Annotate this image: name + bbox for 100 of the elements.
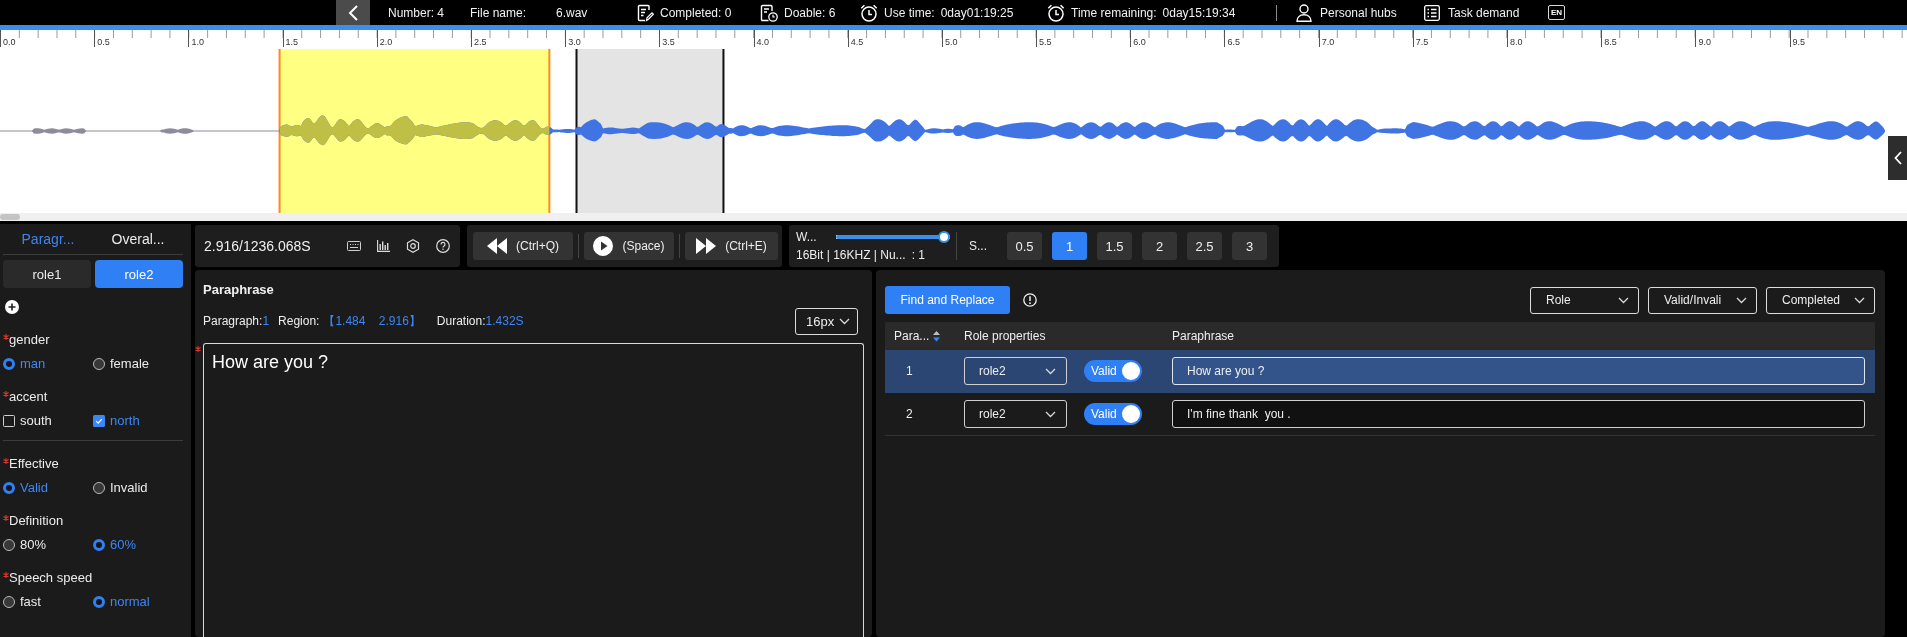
help-icon[interactable] bbox=[435, 239, 450, 253]
filter-dropdown[interactable]: Role bbox=[1530, 286, 1639, 314]
option-label[interactable]: normal bbox=[110, 594, 150, 610]
font-size-dropdown[interactable]: 16px bbox=[795, 308, 858, 335]
chevron-down-icon bbox=[1618, 296, 1629, 304]
use-time-label: Use time: bbox=[884, 5, 935, 20]
option-label[interactable]: north bbox=[110, 413, 140, 429]
panel-tab[interactable]: Overal... bbox=[93, 224, 183, 254]
radio-button[interactable] bbox=[3, 539, 15, 551]
task-demand-button[interactable]: Task demand bbox=[1424, 3, 1520, 22]
time-label: 4.0 bbox=[756, 38, 769, 47]
audio-format-info: 16Bit | 16KHZ | Nu... bbox=[796, 248, 906, 262]
valid-toggle[interactable]: Valid bbox=[1084, 360, 1142, 382]
toggle-knob bbox=[1122, 405, 1140, 423]
scrollbar-thumb[interactable] bbox=[0, 214, 20, 220]
exclamation-circle-icon[interactable] bbox=[1023, 293, 1037, 307]
option-label[interactable]: female bbox=[110, 356, 150, 372]
speed-button[interactable]: 2 bbox=[1142, 232, 1177, 260]
paraphrase-input[interactable]: How are you ? bbox=[1172, 357, 1865, 385]
time-label: 0.0 bbox=[3, 38, 16, 47]
speed-button[interactable]: 0.5 bbox=[1007, 232, 1042, 260]
chevron-down-icon bbox=[1045, 410, 1056, 418]
speed-button[interactable]: 1.5 bbox=[1097, 232, 1132, 260]
slider-thumb[interactable] bbox=[938, 231, 950, 243]
chevron-down-icon bbox=[839, 318, 850, 325]
fast-forward-button[interactable]: (Ctrl+E) bbox=[685, 232, 778, 260]
checkbox[interactable] bbox=[3, 415, 15, 427]
panel-tab[interactable]: Paragr... bbox=[3, 224, 93, 254]
radio-button[interactable] bbox=[3, 596, 15, 608]
role-tab[interactable]: role2 bbox=[95, 260, 183, 288]
person-icon bbox=[1296, 3, 1312, 22]
column-header[interactable]: Para... bbox=[894, 329, 930, 343]
table-row[interactable]: 2 role2 Valid I'm fine thank you . bbox=[885, 393, 1875, 436]
settings-icon[interactable] bbox=[405, 239, 420, 253]
role-dropdown[interactable]: role2 bbox=[964, 400, 1067, 428]
time-label: 3.0 bbox=[568, 38, 581, 47]
note-pen-icon bbox=[637, 3, 654, 22]
duration-value: 1.432S bbox=[485, 314, 524, 328]
play-icon bbox=[593, 236, 614, 256]
sort-icon[interactable] bbox=[933, 330, 941, 342]
alarm-clock-icon bbox=[1047, 3, 1065, 22]
speed-button[interactable]: 3 bbox=[1232, 232, 1267, 260]
time-label: 9.0 bbox=[1698, 38, 1711, 47]
add-icon[interactable] bbox=[5, 300, 19, 314]
region-label: Region: bbox=[278, 314, 320, 328]
option-label[interactable]: Valid bbox=[20, 480, 48, 496]
radio-button[interactable] bbox=[93, 482, 105, 494]
slider-label: W... bbox=[796, 230, 818, 244]
use-time-value: 0day01:19:25 bbox=[940, 5, 1014, 20]
language-button[interactable]: EN bbox=[1548, 5, 1565, 20]
speed-button[interactable]: 2.5 bbox=[1187, 232, 1222, 260]
time-label: 8.0 bbox=[1510, 38, 1523, 47]
radio-button[interactable] bbox=[93, 539, 105, 551]
time-label: 4.5 bbox=[850, 38, 864, 47]
play-button[interactable]: (Space) bbox=[584, 232, 674, 260]
radio-button[interactable] bbox=[93, 358, 105, 370]
role-tab[interactable]: role1 bbox=[3, 260, 91, 288]
audio-region[interactable] bbox=[575, 49, 725, 213]
personal-hubs-button[interactable]: Personal hubs bbox=[1296, 3, 1397, 22]
find-replace-button[interactable]: Find and Replace bbox=[885, 286, 1010, 314]
field-label: Speech speed bbox=[9, 570, 93, 586]
option-label[interactable]: 60% bbox=[110, 537, 137, 553]
time-label: 7.0 bbox=[1321, 38, 1335, 47]
time-remaining-label: Time remaining: bbox=[1071, 5, 1157, 20]
option-label[interactable]: man bbox=[20, 356, 46, 372]
time-label: 5.5 bbox=[1039, 38, 1052, 47]
time-label: 2.5 bbox=[473, 38, 487, 47]
filter-dropdown[interactable]: Completed bbox=[1766, 286, 1875, 314]
speed-label: S... bbox=[969, 239, 987, 253]
chevron-down-icon bbox=[1045, 367, 1056, 375]
field-label: gender bbox=[9, 332, 50, 348]
table-row[interactable]: 1 role2 Valid How are you ? bbox=[885, 350, 1875, 393]
speed-button[interactable]: 1 bbox=[1052, 232, 1087, 260]
time-label: 6.0 bbox=[1133, 38, 1146, 47]
role-dropdown[interactable]: role2 bbox=[964, 357, 1067, 385]
option-label[interactable]: fast bbox=[20, 594, 41, 610]
time-label: 0.5 bbox=[97, 38, 110, 47]
keyboard-icon[interactable] bbox=[346, 241, 361, 251]
radio-button[interactable] bbox=[3, 482, 15, 494]
option-label[interactable]: Invalid bbox=[110, 480, 148, 496]
collapse-button[interactable] bbox=[1888, 136, 1907, 180]
back-button[interactable] bbox=[336, 0, 370, 25]
rewind-button[interactable]: (Ctrl+Q) bbox=[473, 232, 573, 260]
alarm-clock-icon bbox=[860, 3, 878, 22]
time-label: 5.0 bbox=[944, 38, 958, 47]
channel-count: : 1 bbox=[911, 248, 925, 262]
option-label[interactable]: south bbox=[20, 413, 52, 429]
option-label[interactable]: 80% bbox=[20, 537, 47, 553]
radio-button[interactable] bbox=[3, 358, 15, 370]
bar-chart-icon[interactable] bbox=[376, 240, 390, 252]
valid-toggle[interactable]: Valid bbox=[1084, 403, 1142, 425]
chevron-left-icon bbox=[1893, 151, 1902, 165]
paraphrase-input[interactable]: I'm fine thank you . bbox=[1172, 400, 1865, 428]
paraphrase-textarea[interactable]: How are you ? bbox=[203, 343, 864, 637]
row-number: 2 bbox=[906, 407, 913, 421]
paragraph-number: 1 bbox=[262, 314, 270, 328]
fast-forward-icon bbox=[696, 238, 717, 254]
filter-dropdown[interactable]: Valid/Invali bbox=[1648, 286, 1757, 314]
checkbox[interactable] bbox=[93, 415, 105, 427]
radio-button[interactable] bbox=[93, 596, 105, 608]
